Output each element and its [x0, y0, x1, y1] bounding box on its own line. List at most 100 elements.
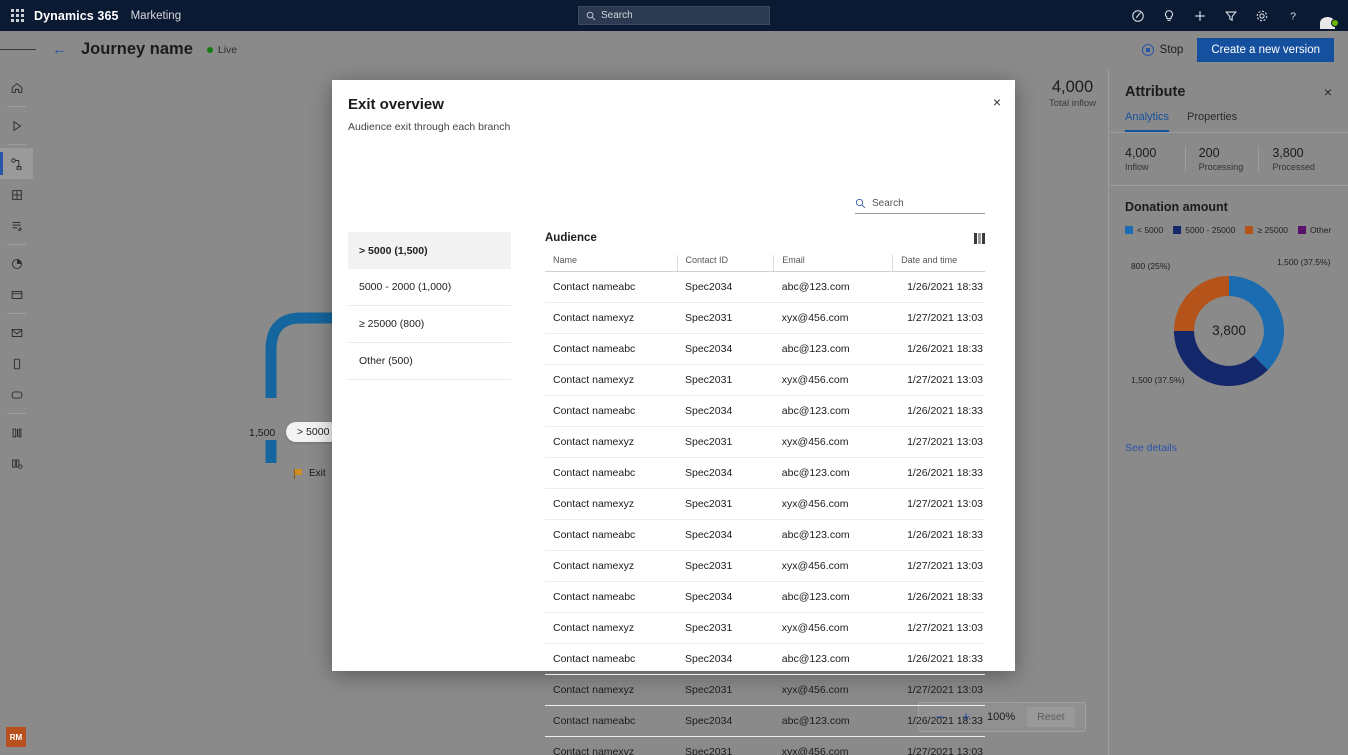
row-datetime: 1/26/2021 18:33	[892, 581, 985, 613]
row-name: Contact nameabc	[545, 395, 677, 427]
row-contact-id: Spec2031	[677, 550, 774, 582]
row-name: Contact nameabc	[545, 333, 677, 365]
table-row[interactable]: Contact nameabc Spec2034 abc@123.com 1/26/2…	[545, 271, 985, 303]
row-datetime: 1/27/2021 13:03	[892, 364, 985, 396]
search-icon	[855, 198, 866, 209]
column-header-datetime[interactable]: Date and time	[892, 255, 985, 272]
row-email: abc@123.com	[773, 581, 893, 613]
table-row[interactable]: Contact nameabc Spec2034 abc@123.com 1/26/2…	[545, 519, 985, 551]
row-contact-id: Spec2034	[677, 271, 774, 303]
dialog-search-input[interactable]: Search	[855, 198, 985, 214]
row-name: Contact nameabc	[545, 581, 677, 613]
row-email: xyx@456.com	[773, 550, 893, 582]
exit-overview-dialog: × Exit overview Audience exit through ea…	[332, 80, 1015, 755]
audience-header: Audience	[545, 232, 985, 255]
row-name: Contact namexyz	[545, 302, 677, 334]
row-contact-id: Spec2034	[677, 581, 774, 613]
table-row[interactable]: Contact nameabc Spec2034 abc@123.com 1/26/2…	[545, 643, 985, 675]
row-contact-id: Spec2031	[677, 426, 774, 458]
row-datetime: 1/26/2021 18:33	[892, 457, 985, 489]
row-contact-id: Spec2031	[677, 364, 774, 396]
table-row[interactable]: Contact namexyz Spec2031 xyx@456.com 1/27/2…	[545, 736, 985, 755]
audience-table: Name Contact ID Email Date and time Cont…	[545, 255, 985, 755]
column-header-contact-id[interactable]: Contact ID	[677, 255, 775, 272]
row-datetime: 1/26/2021 18:33	[892, 333, 985, 365]
column-header-name[interactable]: Name	[545, 255, 678, 272]
dialog-body: > 5000 (1,500) 5000 - 2000 (1,000) ≥ 250…	[332, 232, 1015, 755]
audience-table-area: Audience Name Contact ID Email Date and …	[545, 232, 985, 755]
row-contact-id: Spec2034	[677, 705, 774, 737]
table-row[interactable]: Contact namexyz Spec2031 xyx@456.com 1/27/2…	[545, 550, 985, 582]
modal-overlay: × Exit overview Audience exit through ea…	[0, 0, 1348, 755]
dialog-close-icon[interactable]: ×	[993, 94, 1001, 110]
row-contact-id: Spec2034	[677, 457, 774, 489]
columns-icon[interactable]	[974, 232, 985, 244]
table-row[interactable]: Contact nameabc Spec2034 abc@123.com 1/26/2…	[545, 705, 985, 737]
row-name: Contact namexyz	[545, 550, 677, 582]
row-name: Contact namexyz	[545, 612, 677, 644]
row-email: abc@123.com	[773, 395, 893, 427]
row-datetime: 1/26/2021 18:33	[892, 519, 985, 551]
audience-title: Audience	[545, 232, 597, 244]
row-datetime: 1/27/2021 13:03	[892, 426, 985, 458]
branch-item-0[interactable]: > 5000 (1,500)	[348, 232, 511, 269]
row-name: Contact nameabc	[545, 705, 677, 737]
row-datetime: 1/26/2021 18:33	[892, 705, 985, 737]
row-email: xyx@456.com	[773, 364, 893, 396]
row-datetime: 1/26/2021 18:33	[892, 271, 985, 303]
row-name: Contact nameabc	[545, 643, 677, 675]
row-contact-id: Spec2031	[677, 612, 774, 644]
row-email: xyx@456.com	[773, 302, 893, 334]
table-row[interactable]: Contact namexyz Spec2031 xyx@456.com 1/27/2…	[545, 612, 985, 644]
row-contact-id: Spec2034	[677, 519, 774, 551]
row-contact-id: Spec2034	[677, 333, 774, 365]
row-email: xyx@456.com	[773, 674, 893, 706]
row-datetime: 1/26/2021 18:33	[892, 395, 985, 427]
row-name: Contact namexyz	[545, 488, 677, 520]
branch-list: > 5000 (1,500) 5000 - 2000 (1,000) ≥ 250…	[348, 232, 511, 671]
row-contact-id: Spec2031	[677, 302, 774, 334]
row-contact-id: Spec2031	[677, 674, 774, 706]
row-email: xyx@456.com	[773, 426, 893, 458]
row-contact-id: Spec2034	[677, 643, 774, 675]
app-root: Dynamics 365 Marketing Search ? ← Journe…	[0, 0, 1348, 755]
table-row[interactable]: Contact nameabc Spec2034 abc@123.com 1/26/2…	[545, 395, 985, 427]
table-header-row: Name Contact ID Email Date and time	[545, 255, 985, 272]
row-datetime: 1/27/2021 13:03	[892, 550, 985, 582]
row-email: xyx@456.com	[773, 488, 893, 520]
table-row[interactable]: Contact nameabc Spec2034 abc@123.com 1/26/2…	[545, 581, 985, 613]
row-email: abc@123.com	[773, 705, 893, 737]
row-email: abc@123.com	[773, 333, 893, 365]
table-row[interactable]: Contact namexyz Spec2031 xyx@456.com 1/27/2…	[545, 674, 985, 706]
row-email: abc@123.com	[773, 271, 893, 303]
branch-item-1[interactable]: 5000 - 2000 (1,000)	[348, 269, 511, 306]
audience-table-body: Contact nameabc Spec2034 abc@123.com 1/26/2…	[545, 271, 985, 755]
row-contact-id: Spec2031	[677, 736, 774, 755]
row-name: Contact nameabc	[545, 271, 677, 303]
row-email: abc@123.com	[773, 519, 893, 551]
dialog-title: Exit overview	[348, 96, 444, 113]
row-datetime: 1/27/2021 13:03	[892, 612, 985, 644]
row-email: xyx@456.com	[773, 736, 893, 755]
row-datetime: 1/27/2021 13:03	[892, 488, 985, 520]
row-datetime: 1/27/2021 13:03	[892, 302, 985, 334]
table-row[interactable]: Contact nameabc Spec2034 abc@123.com 1/26/2…	[545, 457, 985, 489]
row-name: Contact namexyz	[545, 426, 677, 458]
row-name: Contact nameabc	[545, 519, 677, 551]
table-row[interactable]: Contact nameabc Spec2034 abc@123.com 1/26/2…	[545, 333, 985, 365]
row-name: Contact namexyz	[545, 364, 677, 396]
row-contact-id: Spec2031	[677, 488, 774, 520]
row-name: Contact namexyz	[545, 736, 677, 755]
table-row[interactable]: Contact namexyz Spec2031 xyx@456.com 1/27/2…	[545, 302, 985, 334]
table-row[interactable]: Contact namexyz Spec2031 xyx@456.com 1/27/2…	[545, 426, 985, 458]
table-row[interactable]: Contact namexyz Spec2031 xyx@456.com 1/27/2…	[545, 488, 985, 520]
branch-item-3[interactable]: Other (500)	[348, 343, 511, 380]
row-datetime: 1/27/2021 13:03	[892, 736, 985, 755]
branch-item-2[interactable]: ≥ 25000 (800)	[348, 306, 511, 343]
table-row[interactable]: Contact namexyz Spec2031 xyx@456.com 1/27/2…	[545, 364, 985, 396]
column-header-email[interactable]: Email	[773, 255, 894, 272]
audience-table-head: Name Contact ID Email Date and time	[545, 255, 985, 272]
dialog-subtitle: Audience exit through each branch	[348, 121, 511, 133]
row-name: Contact namexyz	[545, 674, 677, 706]
dialog-search-placeholder: Search	[872, 198, 904, 209]
